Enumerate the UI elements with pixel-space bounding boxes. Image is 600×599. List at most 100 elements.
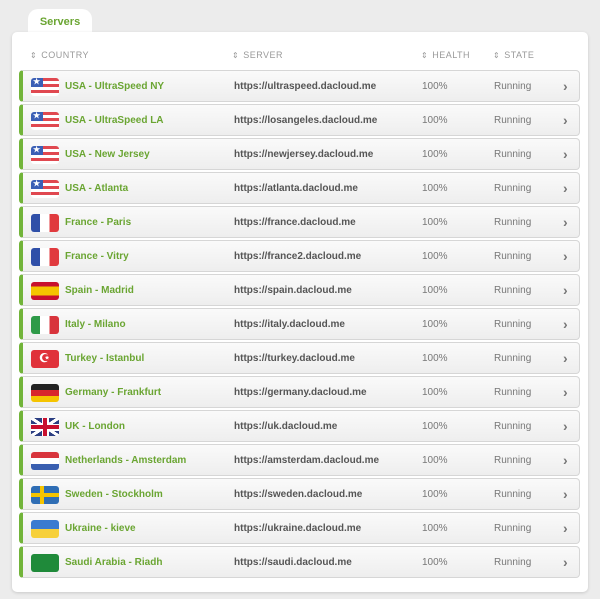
country-name: Netherlands - Amsterdam xyxy=(65,455,187,466)
chevron-right-icon[interactable]: › xyxy=(563,248,568,264)
server-url[interactable]: https://saudi.dacloud.me xyxy=(234,557,352,568)
chevron-right-icon[interactable]: › xyxy=(563,520,568,536)
servers-table: ⇕ COUNTRY ⇕ SERVER ⇕ HEALTH ⇕ STATE ★ USA - … xyxy=(12,32,588,592)
flag-icon-se xyxy=(31,486,59,504)
chevron-right-icon[interactable]: › xyxy=(563,214,568,230)
health-value: 100% xyxy=(422,183,448,194)
country-name: Sweden - Stockholm xyxy=(65,489,163,500)
server-url[interactable]: https://ultraspeed.dacloud.me xyxy=(234,81,376,92)
flag-icon-fr xyxy=(31,214,59,232)
chevron-right-icon[interactable]: › xyxy=(563,78,568,94)
server-url[interactable]: https://atlanta.dacloud.me xyxy=(234,183,358,194)
chevron-right-icon[interactable]: › xyxy=(563,554,568,570)
table-row[interactable]: ★ USA - New Jersey https://newjersey.dac… xyxy=(19,138,580,170)
health-value: 100% xyxy=(422,421,448,432)
state-value: Running xyxy=(494,387,532,398)
table-row[interactable]: Ukraine - kieve https://ukraine.dacloud.… xyxy=(19,512,580,544)
country-name: France - Vitry xyxy=(65,251,129,262)
table-row[interactable]: ★ USA - UltraSpeed LA https://losangeles… xyxy=(19,104,580,136)
chevron-right-icon[interactable]: › xyxy=(563,282,568,298)
server-url[interactable]: https://amsterdam.dacloud.me xyxy=(234,455,379,466)
chevron-right-icon[interactable]: › xyxy=(563,418,568,434)
server-url[interactable]: https://newjersey.dacloud.me xyxy=(234,149,373,160)
server-url[interactable]: https://france.dacloud.me xyxy=(234,217,356,228)
country-name: Italy - Milano xyxy=(65,319,126,330)
server-url[interactable]: https://losangeles.dacloud.me xyxy=(234,115,377,126)
health-value: 100% xyxy=(422,319,448,330)
column-header-state[interactable]: ⇕ STATE xyxy=(493,50,534,60)
flag-icon-es xyxy=(31,282,59,300)
server-url[interactable]: https://sweden.dacloud.me xyxy=(234,489,362,500)
health-value: 100% xyxy=(422,557,448,568)
server-url[interactable]: https://spain.dacloud.me xyxy=(234,285,352,296)
state-value: Running xyxy=(494,523,532,534)
column-header-server[interactable]: ⇕ SERVER xyxy=(232,50,283,60)
flag-icon-fr xyxy=(31,248,59,266)
flag-icon-ua xyxy=(31,520,59,538)
health-value: 100% xyxy=(422,455,448,466)
state-value: Running xyxy=(494,81,532,92)
column-header-health[interactable]: ⇕ HEALTH xyxy=(421,50,470,60)
table-row[interactable]: Saudi Arabia - Riadh https://saudi.daclo… xyxy=(19,546,580,578)
health-value: 100% xyxy=(422,251,448,262)
chevron-right-icon[interactable]: › xyxy=(563,350,568,366)
state-value: Running xyxy=(494,217,532,228)
column-header-country[interactable]: ⇕ COUNTRY xyxy=(30,50,89,60)
table-row[interactable]: Netherlands - Amsterdam https://amsterda… xyxy=(19,444,580,476)
state-value: Running xyxy=(494,489,532,500)
flag-icon-it xyxy=(31,316,59,334)
country-name: USA - UltraSpeed LA xyxy=(65,115,164,126)
health-value: 100% xyxy=(422,353,448,364)
country-name: USA - Atlanta xyxy=(65,183,129,194)
health-value: 100% xyxy=(422,285,448,296)
state-value: Running xyxy=(494,557,532,568)
sort-icon: ⇕ xyxy=(232,51,240,60)
flag-icon-nl xyxy=(31,452,59,470)
chevron-right-icon[interactable]: › xyxy=(563,384,568,400)
health-value: 100% xyxy=(422,217,448,228)
chevron-right-icon[interactable]: › xyxy=(563,112,568,128)
table-row[interactable]: Sweden - Stockholm https://sweden.daclou… xyxy=(19,478,580,510)
state-value: Running xyxy=(494,319,532,330)
sort-icon: ⇕ xyxy=(421,51,429,60)
country-name: Turkey - Istanbul xyxy=(65,353,145,364)
chevron-right-icon[interactable]: › xyxy=(563,316,568,332)
country-name: USA - New Jersey xyxy=(65,149,150,160)
health-value: 100% xyxy=(422,149,448,160)
chevron-right-icon[interactable]: › xyxy=(563,452,568,468)
chevron-right-icon[interactable]: › xyxy=(563,146,568,162)
table-row[interactable]: France - Vitry https://france2.dacloud.m… xyxy=(19,240,580,272)
country-name: France - Paris xyxy=(65,217,132,228)
state-value: Running xyxy=(494,421,532,432)
flag-icon-sa xyxy=(31,554,59,572)
server-url[interactable]: https://ukraine.dacloud.me xyxy=(234,523,361,534)
table-row[interactable]: Spain - Madrid https://spain.dacloud.me … xyxy=(19,274,580,306)
country-name: Spain - Madrid xyxy=(65,285,134,296)
chevron-right-icon[interactable]: › xyxy=(563,486,568,502)
flag-icon-tr: ☪ xyxy=(31,350,59,368)
server-url[interactable]: https://uk.dacloud.me xyxy=(234,421,337,432)
state-value: Running xyxy=(494,149,532,160)
state-value: Running xyxy=(494,115,532,126)
table-row[interactable]: Italy - Milano https://italy.dacloud.me … xyxy=(19,308,580,340)
country-name: USA - UltraSpeed NY xyxy=(65,81,165,92)
table-row[interactable]: ☪ Turkey - Istanbul https://turkey.daclo… xyxy=(19,342,580,374)
table-row[interactable]: France - Paris https://france.dacloud.me… xyxy=(19,206,580,238)
table-row[interactable]: Germany - Frankfurt https://germany.dacl… xyxy=(19,376,580,408)
server-url[interactable]: https://turkey.dacloud.me xyxy=(234,353,355,364)
table-row[interactable]: UK - London https://uk.dacloud.me 100% R… xyxy=(19,410,580,442)
server-url[interactable]: https://germany.dacloud.me xyxy=(234,387,367,398)
state-value: Running xyxy=(494,183,532,194)
health-value: 100% xyxy=(422,115,448,126)
table-row[interactable]: ★ USA - Atlanta https://atlanta.dacloud.… xyxy=(19,172,580,204)
state-value: Running xyxy=(494,455,532,466)
health-value: 100% xyxy=(422,81,448,92)
flag-icon-uk xyxy=(31,418,59,436)
chevron-right-icon[interactable]: › xyxy=(563,180,568,196)
country-name: Saudi Arabia - Riadh xyxy=(65,557,163,568)
table-row[interactable]: ★ USA - UltraSpeed NY https://ultraspeed… xyxy=(19,70,580,102)
flag-icon-us: ★ xyxy=(31,112,59,130)
server-url[interactable]: https://italy.dacloud.me xyxy=(234,319,345,330)
server-url[interactable]: https://france2.dacloud.me xyxy=(234,251,361,262)
flag-icon-us: ★ xyxy=(31,146,59,164)
